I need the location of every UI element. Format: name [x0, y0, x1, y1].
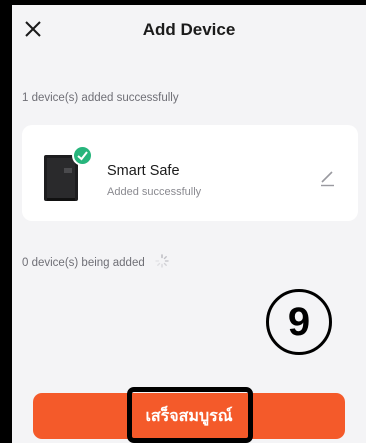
- edit-button[interactable]: [318, 169, 336, 187]
- device-name: Smart Safe: [107, 163, 180, 179]
- device-image: [44, 155, 78, 201]
- device-card[interactable]: Smart Safe Added successfully: [22, 125, 358, 221]
- spinner-icon: [155, 254, 169, 268]
- safe-icon: [44, 155, 78, 201]
- page-title: Add Device: [142, 20, 236, 39]
- loading-spinner: [155, 254, 169, 268]
- pencil-icon: [321, 171, 334, 187]
- adding-count-label: 0 device(s) being added: [22, 257, 145, 269]
- add-device-screen: Add Device 1 device(s) added successfull…: [12, 5, 366, 443]
- highlight-box-annotation: [127, 387, 253, 443]
- device-status: Added successfully: [107, 186, 202, 198]
- success-badge: [72, 145, 93, 166]
- added-count-label: 1 device(s) added successfully: [22, 92, 179, 104]
- header: Add Device: [12, 5, 366, 51]
- step-number-annotation: 9: [266, 289, 332, 355]
- check-icon: [77, 151, 88, 161]
